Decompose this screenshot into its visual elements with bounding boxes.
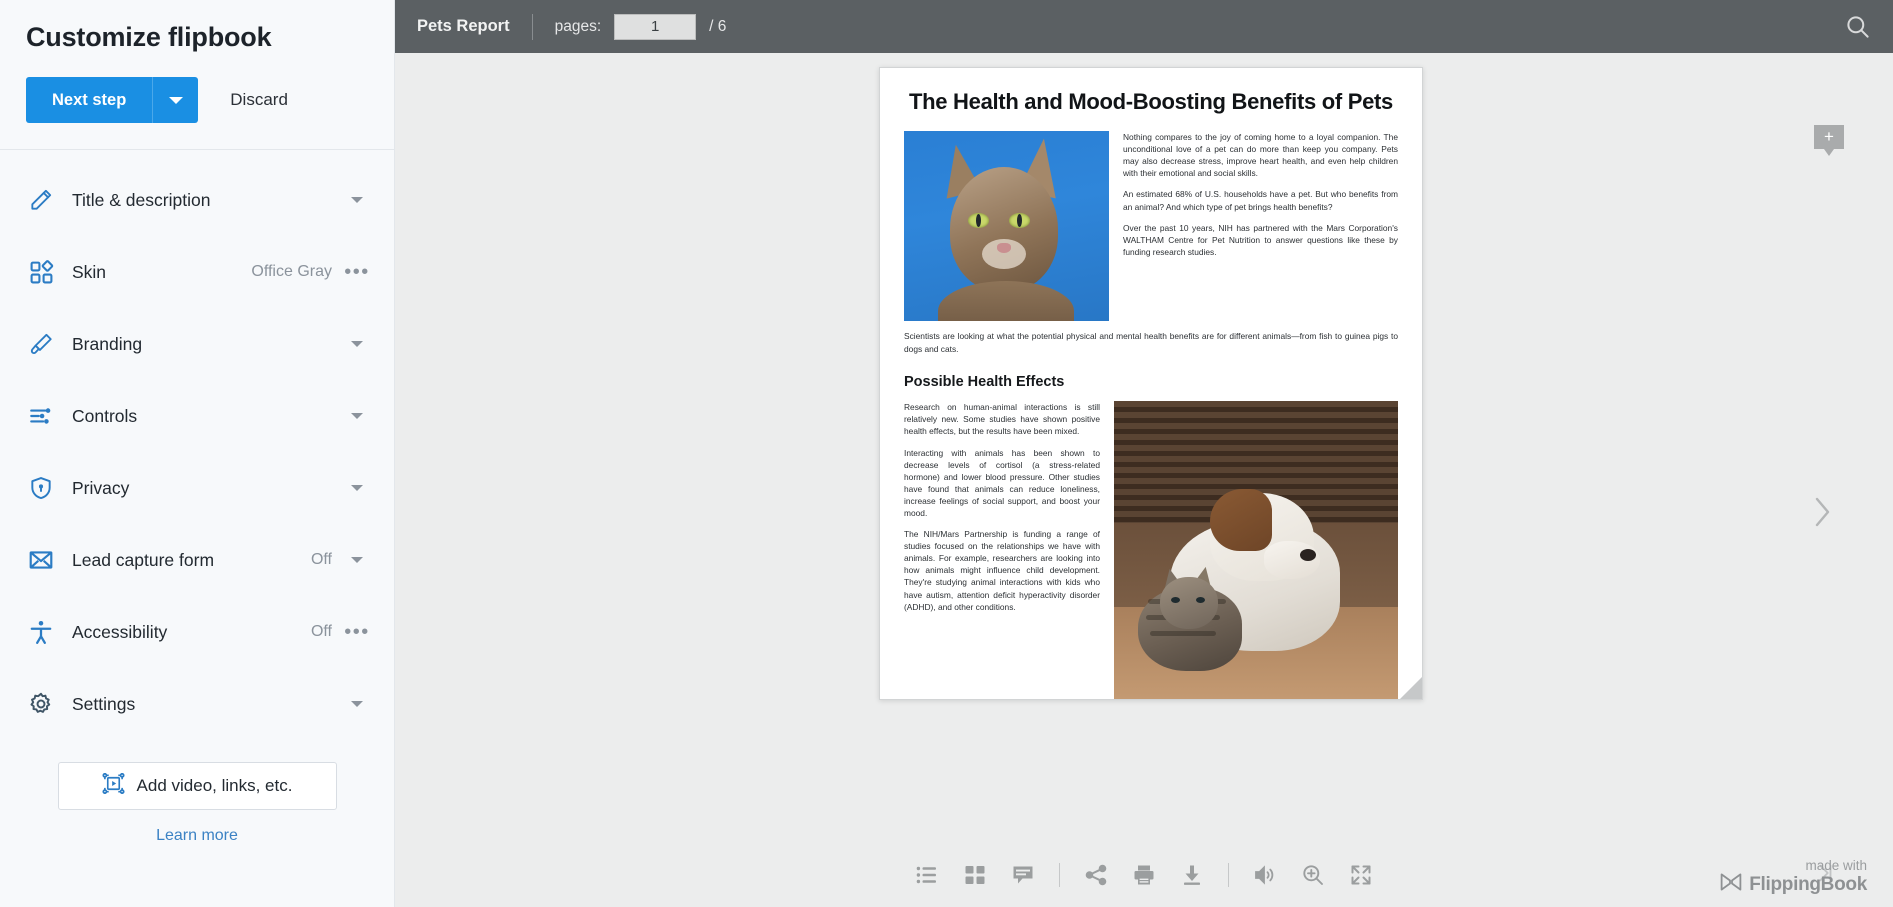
share-button[interactable] (1076, 855, 1116, 895)
next-step-button[interactable]: Next step (26, 77, 153, 123)
divider (1059, 863, 1060, 887)
discard-button[interactable]: Discard (230, 90, 288, 110)
fullscreen-button[interactable] (1341, 855, 1381, 895)
divider (1228, 863, 1229, 887)
sidebar: Customize flipbook Next step Discard Tit… (0, 0, 395, 907)
sidebar-item-value: Off (310, 623, 332, 640)
paragraph: Interacting with animals has been shown … (904, 447, 1100, 519)
sound-button[interactable] (1245, 855, 1285, 895)
download-button[interactable] (1172, 855, 1212, 895)
dog-and-kitten-photo (1114, 401, 1398, 699)
chevron-down-icon[interactable] (346, 341, 368, 347)
sidebar-footer: Add video, links, etc. Learn more (0, 762, 394, 845)
flipbook-viewer: Pets Report pages: / 6 The Health and Mo… (395, 0, 1893, 907)
grid-squares-icon (26, 257, 56, 287)
chevron-down-icon[interactable] (346, 197, 368, 203)
chevron-down-icon[interactable] (346, 413, 368, 419)
page-total-label: / 6 (709, 17, 727, 35)
article-title: The Health and Mood-Boosting Benefits of… (909, 89, 1393, 114)
print-button[interactable] (1124, 855, 1164, 895)
sidebar-item-label: Title & description (72, 189, 211, 210)
sidebar-item-label: Lead capture form (72, 549, 215, 570)
sidebar-item-settings[interactable]: Settings (0, 668, 394, 740)
sidebar-item-accessibility[interactable]: Accessibility Off ••• (0, 596, 394, 668)
page-number-input[interactable] (614, 13, 697, 40)
more-options-icon[interactable]: ••• (344, 622, 368, 642)
next-page-button[interactable] (1807, 490, 1837, 534)
envelope-icon (26, 545, 56, 575)
sidebar-item-privacy[interactable]: Privacy (0, 452, 394, 524)
media-frame-icon (102, 772, 125, 800)
shield-lock-icon (26, 473, 56, 503)
sidebar-item-controls[interactable]: Controls (0, 380, 394, 452)
intro-column: Nothing compares to the joy of coming ho… (1123, 131, 1398, 321)
viewer-topbar: Pets Report pages: / 6 (395, 0, 1893, 53)
gear-icon (26, 689, 56, 719)
zoom-in-button[interactable] (1293, 855, 1333, 895)
branding-footer: made with FlippingBook (1720, 858, 1867, 897)
sidebar-item-label: Controls (72, 405, 138, 426)
divider (531, 13, 533, 40)
sliders-icon (26, 401, 56, 431)
sidebar-menu: Title & description Skin Office Gray ••• (0, 150, 394, 740)
chevron-down-icon[interactable] (346, 557, 368, 563)
cat-photo (904, 131, 1109, 322)
sidebar-item-title-description[interactable]: Title & description (0, 164, 394, 236)
pencil-icon (26, 185, 56, 215)
plus-icon: + (1824, 127, 1834, 146)
paragraph: Scientists are looking at what the poten… (904, 331, 1398, 354)
add-video-links-button[interactable]: Add video, links, etc. (57, 762, 337, 810)
paintbrush-icon (26, 329, 56, 359)
flippingbook-wordmark: FlippingBook (1749, 874, 1867, 895)
sidebar-item-label: Settings (72, 693, 136, 714)
flippingbook-mark-icon (1720, 873, 1742, 897)
sidebar-item-label: Branding (72, 333, 143, 354)
app-root: Customize flipbook Next step Discard Tit… (0, 0, 1893, 907)
effects-column: Research on human-animal interactions is… (904, 401, 1100, 699)
sidebar-header: Customize flipbook Next step Discard (0, 0, 394, 149)
flipbook-page[interactable]: The Health and Mood-Boosting Benefits of… (879, 67, 1423, 700)
more-options-icon[interactable]: ••• (344, 262, 368, 282)
sidebar-item-label: Skin (72, 261, 107, 282)
paragraph: An estimated 68% of U.S. households have… (1123, 189, 1398, 212)
sidebar-item-skin[interactable]: Skin Office Gray ••• (0, 236, 394, 308)
made-with-label: made with (1805, 858, 1867, 873)
add-marker-button[interactable]: + (1814, 125, 1844, 156)
next-step-dropdown-button[interactable] (152, 77, 199, 123)
flippingbook-logo: FlippingBook (1720, 873, 1867, 897)
sidebar-item-lead-capture-form[interactable]: Lead capture form Off (0, 524, 394, 596)
page-corner-fold[interactable] (1400, 677, 1422, 699)
paragraph: Research on human-animal interactions is… (904, 402, 1100, 437)
sidebar-item-branding[interactable]: Branding (0, 308, 394, 380)
paragraph: Over the past 10 years, NIH has partnere… (1123, 222, 1398, 257)
sidebar-item-value: Off (310, 551, 332, 568)
viewer-stage: The Health and Mood-Boosting Benefits of… (395, 53, 1893, 882)
chevron-down-icon[interactable] (346, 485, 368, 491)
section-heading: Possible Health Effects (904, 374, 1065, 391)
chevron-down-icon (168, 96, 183, 104)
viewer-bottom-toolbar: made with FlippingBook (395, 843, 1893, 907)
thumbnails-button[interactable] (955, 855, 995, 895)
chevron-down-icon[interactable] (346, 701, 368, 707)
sidebar-actions: Next step Discard (26, 77, 368, 149)
search-icon[interactable] (1821, 0, 1893, 53)
paragraph: Nothing compares to the joy of coming ho… (1123, 132, 1398, 179)
accessibility-icon (26, 617, 56, 647)
sidebar-item-label: Privacy (72, 477, 130, 498)
document-title: Pets Report (417, 17, 510, 35)
sidebar-item-label: Accessibility (72, 621, 168, 642)
contents-button[interactable] (907, 855, 947, 895)
notes-button[interactable] (1003, 855, 1043, 895)
paragraph: The NIH/Mars Partnership is funding a ra… (904, 529, 1100, 612)
add-video-label: Add video, links, etc. (136, 776, 293, 795)
pages-label: pages: (554, 17, 602, 35)
page-title: Customize flipbook (26, 22, 272, 52)
learn-more-link[interactable]: Learn more (26, 827, 368, 845)
sidebar-item-value: Office Gray (251, 263, 332, 280)
